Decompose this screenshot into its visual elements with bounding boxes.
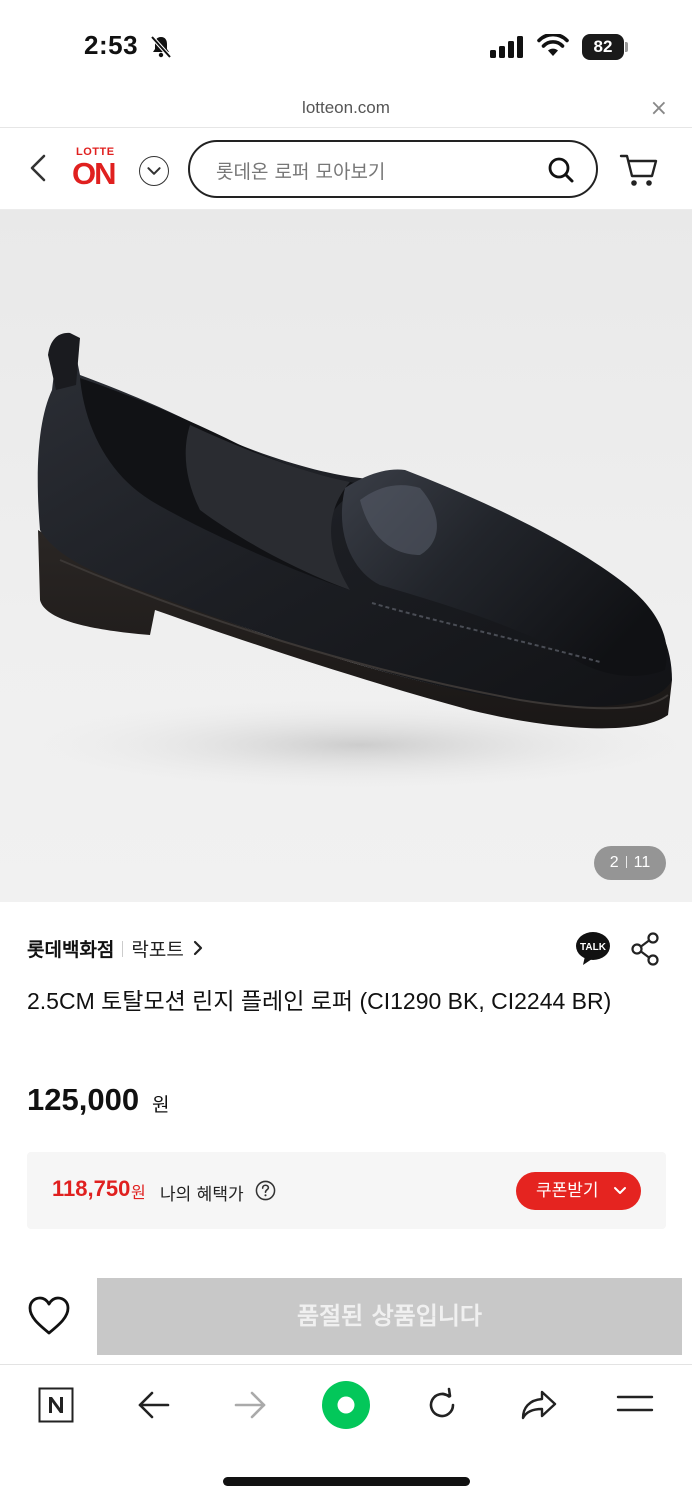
- talk-label: TALK: [580, 942, 607, 953]
- battery-tip: [625, 42, 628, 52]
- refresh-icon[interactable]: [424, 1387, 460, 1423]
- product-price: 125,000: [27, 1082, 140, 1117]
- gallery-separator: [625, 856, 627, 868]
- back-arrow-icon[interactable]: [136, 1389, 172, 1421]
- coupon-button[interactable]: 쿠폰받기: [516, 1172, 641, 1210]
- chevron-down-icon: [614, 1187, 626, 1194]
- benefit-price: 118,750: [52, 1176, 131, 1201]
- bell-muted-icon: [150, 35, 172, 59]
- close-icon[interactable]: ×: [650, 96, 668, 121]
- status-bar: 2:53 82: [0, 0, 692, 92]
- brand-link[interactable]: 락포트: [131, 939, 183, 961]
- site-header: LOTTE ON 롯데온 로퍼 모아보기: [0, 128, 692, 210]
- product-image-gallery[interactable]: 2 11: [0, 210, 692, 902]
- back-arrow-icon[interactable]: [24, 150, 54, 186]
- lotte-on-logo[interactable]: LOTTE ON: [72, 146, 128, 194]
- store-name[interactable]: 롯데백화점: [27, 939, 114, 961]
- price-unit: 원: [152, 1094, 170, 1116]
- coupon-label: 쿠폰받기: [536, 1181, 599, 1201]
- search-placeholder: 롯데온 로퍼 모아보기: [216, 161, 386, 183]
- chevron-right-icon[interactable]: [192, 940, 204, 956]
- menu-icon[interactable]: [616, 1393, 654, 1415]
- benefit-price-box: 118,750 원 나의 혜택가 쿠폰받기: [27, 1152, 666, 1229]
- naver-n-icon[interactable]: [38, 1387, 74, 1423]
- gallery-current: 2: [609, 854, 619, 871]
- battery-indicator: 82: [582, 34, 628, 60]
- search-input[interactable]: 롯데온 로퍼 모아보기: [188, 140, 598, 198]
- divider: [122, 941, 124, 957]
- share-icon[interactable]: [630, 932, 660, 966]
- share-arrow-icon[interactable]: [520, 1389, 558, 1421]
- search-icon[interactable]: [546, 155, 576, 185]
- benefit-price-unit: 원: [131, 1183, 146, 1202]
- soldout-button[interactable]: 품절된 상품입니다: [97, 1278, 682, 1355]
- product-title: 2.5CM 토탈모션 린지 플레인 로퍼 (CI1290 BK, CI2244 …: [27, 988, 612, 1014]
- status-time: 2:53: [84, 30, 139, 60]
- store-brand-row: 롯데백화점 락포트: [27, 935, 204, 965]
- logo-big-text: ON: [72, 156, 116, 191]
- cart-icon[interactable]: [618, 150, 660, 190]
- chevron-down-icon[interactable]: [139, 156, 169, 186]
- signal-icon: [490, 36, 523, 58]
- home-indicator[interactable]: [223, 1477, 470, 1486]
- wifi-icon: [537, 34, 569, 56]
- gallery-page-counter: 2 11: [594, 846, 666, 880]
- naver-green-dot-icon[interactable]: [320, 1379, 372, 1431]
- url-domain: lotteon.com: [302, 98, 390, 117]
- url-bar[interactable]: lotteon.com ×: [0, 92, 692, 128]
- kakao-talk-icon[interactable]: TALK: [574, 928, 614, 968]
- benefit-label: 나의 혜택가: [160, 1185, 244, 1205]
- help-icon[interactable]: [255, 1180, 276, 1201]
- forward-arrow-icon[interactable]: [232, 1389, 268, 1421]
- heart-icon[interactable]: [26, 1295, 72, 1337]
- battery-level: 82: [582, 34, 624, 60]
- gallery-total: 11: [633, 854, 651, 871]
- product-shoe-image: [30, 332, 690, 790]
